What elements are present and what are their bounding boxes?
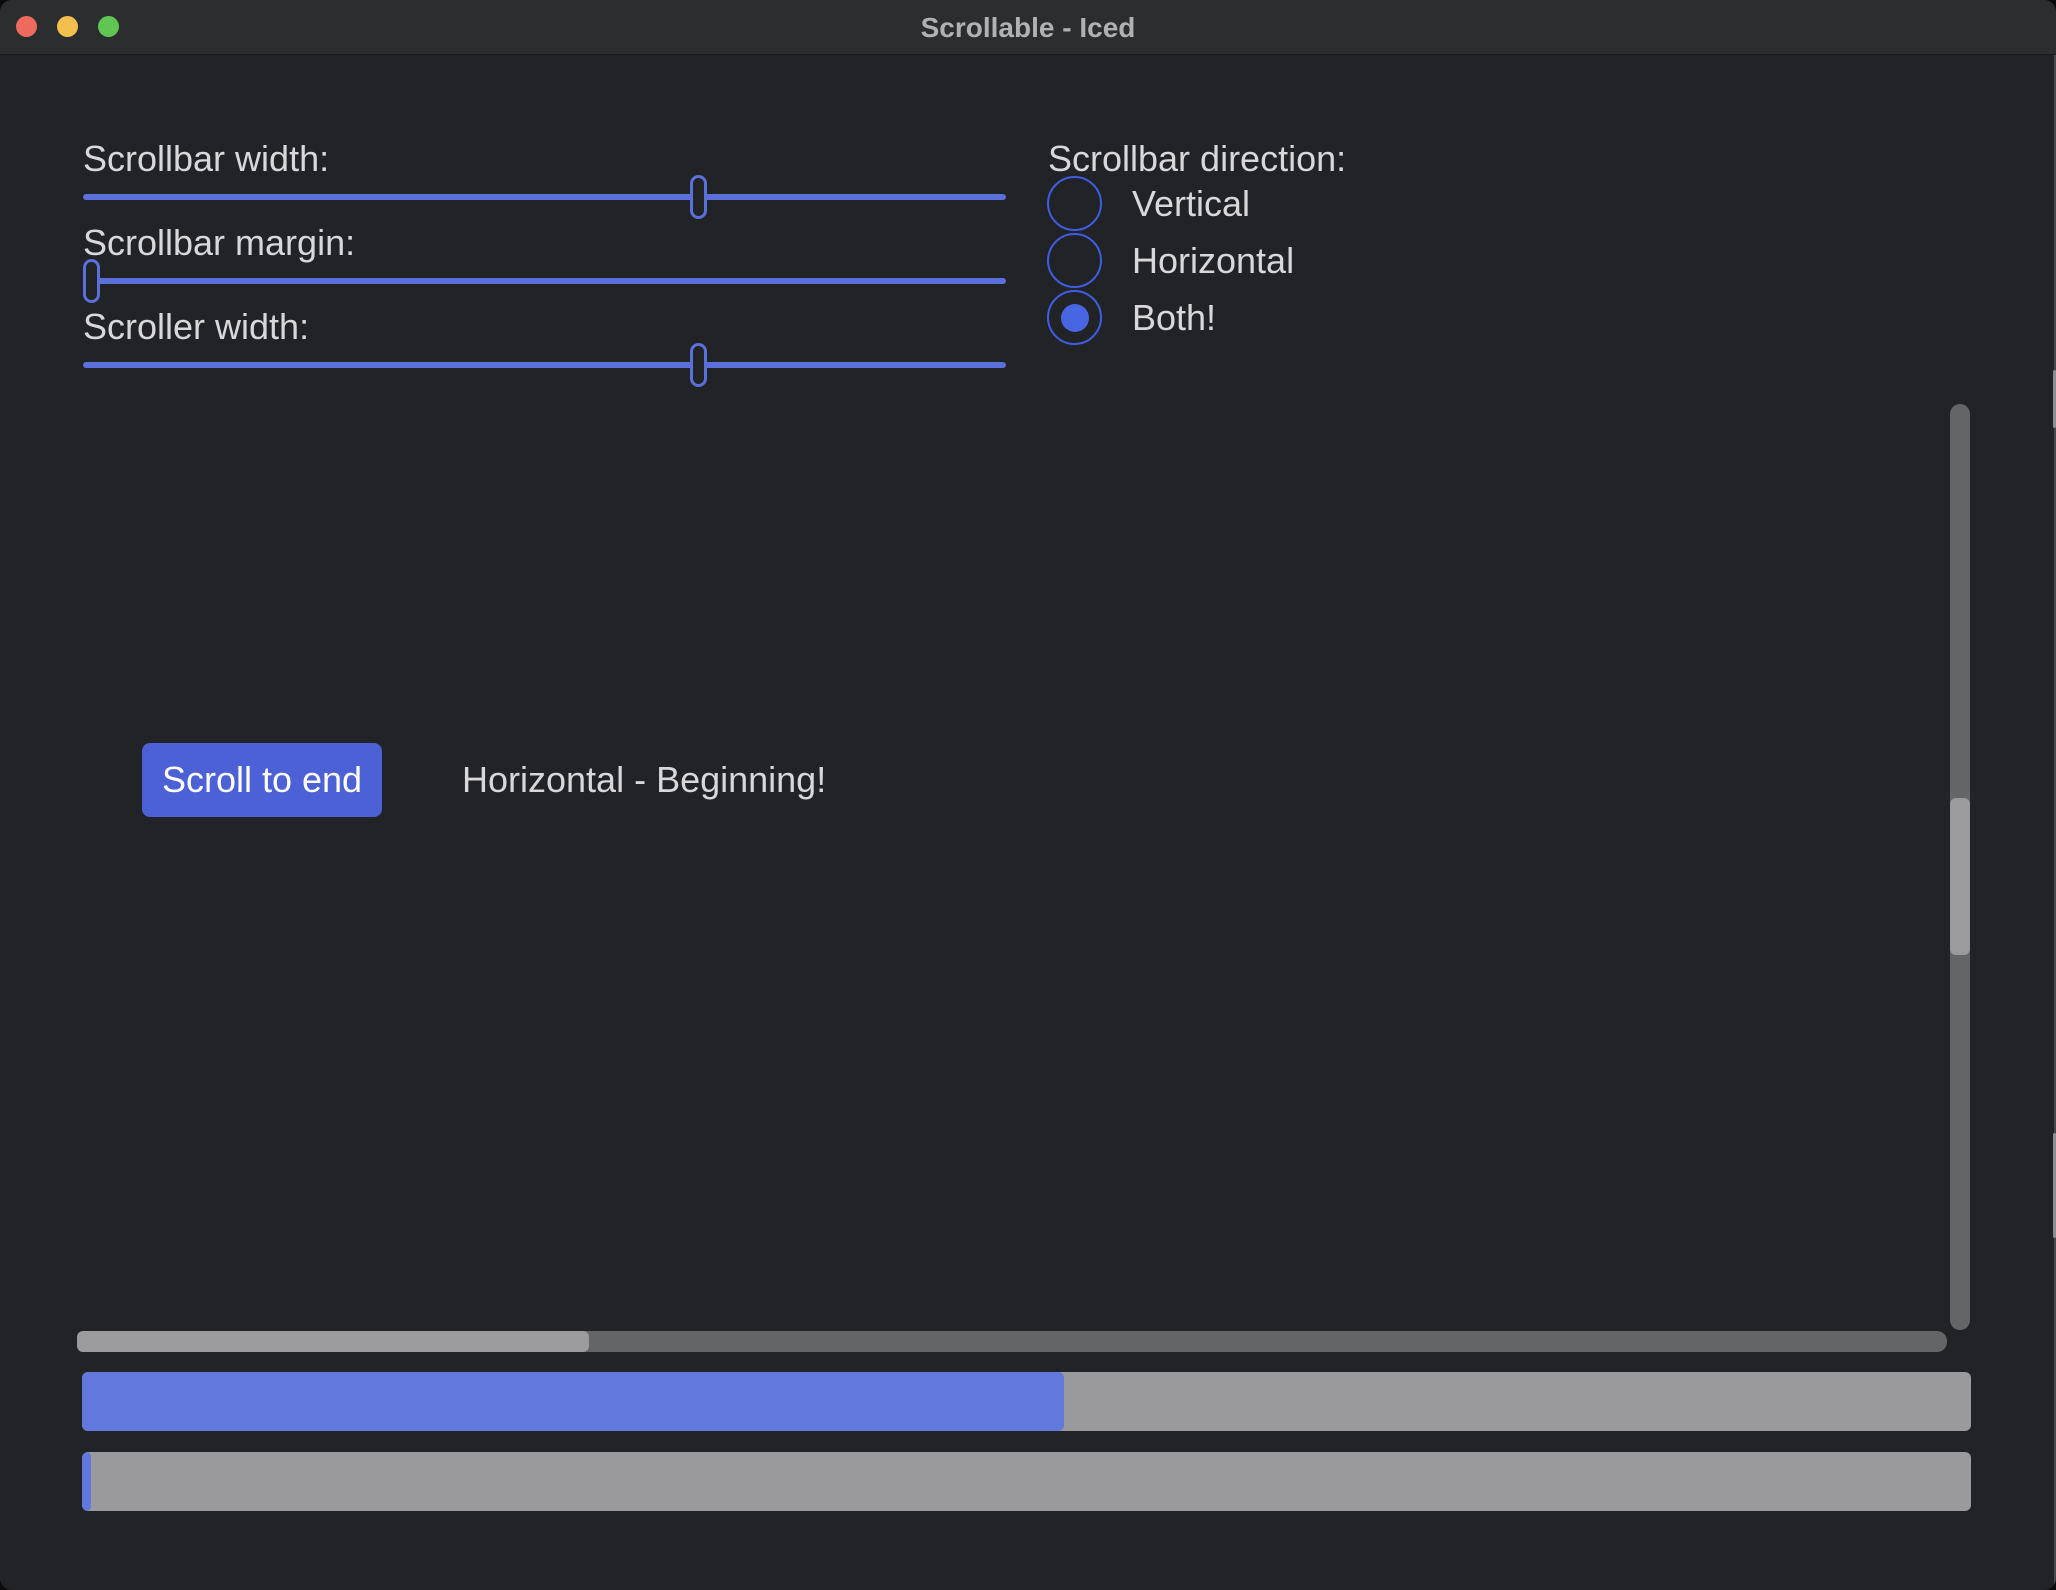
scrollbar-direction-group: Vertical Horizontal Both! [1047, 176, 1294, 345]
scrollbar-direction-label: Scrollbar direction: [1048, 138, 1346, 180]
slider-handle[interactable] [690, 343, 707, 387]
radio-horizontal-circle[interactable] [1047, 233, 1102, 288]
horizontal-scrollbar-thumb[interactable] [77, 1331, 589, 1352]
radio-horizontal-label: Horizontal [1132, 240, 1294, 282]
scroller-width-slider[interactable] [83, 343, 1006, 388]
slider-track[interactable] [83, 194, 1006, 200]
window-title: Scrollable - Iced [0, 0, 2056, 55]
horizontal-scrollbar[interactable] [77, 1331, 1947, 1352]
scroller-width-label: Scroller width: [83, 306, 309, 348]
radio-dot [1061, 304, 1089, 332]
horizontal-progress-bar [82, 1452, 1971, 1511]
vertical-progress-bar [82, 1372, 1971, 1431]
vertical-progress-fill [82, 1372, 1064, 1431]
radio-vertical-label: Vertical [1132, 183, 1250, 225]
scrollbar-margin-label: Scrollbar margin: [83, 222, 355, 264]
slider-track[interactable] [83, 362, 1006, 368]
horizontal-progress-fill [82, 1452, 91, 1511]
scroll-status-text: Horizontal - Beginning! [462, 743, 826, 817]
radio-both-circle[interactable] [1047, 290, 1102, 345]
radio-vertical[interactable]: Vertical [1047, 176, 1294, 231]
radio-both[interactable]: Both! [1047, 290, 1294, 345]
scrollbar-width-slider[interactable] [83, 175, 1006, 220]
radio-horizontal[interactable]: Horizontal [1047, 233, 1294, 288]
radio-vertical-circle[interactable] [1047, 176, 1102, 231]
slider-handle[interactable] [690, 175, 707, 219]
app-window: Scrollable - Iced Scrollbar width: Scrol… [0, 0, 2056, 1590]
slider-handle[interactable] [83, 259, 100, 303]
scrollbar-width-label: Scrollbar width: [83, 138, 329, 180]
radio-both-label: Both! [1132, 297, 1216, 339]
scrollbar-margin-slider[interactable] [83, 259, 1006, 304]
scroll-to-end-button[interactable]: Scroll to end [142, 743, 382, 817]
vertical-scrollbar[interactable] [1950, 404, 1970, 1330]
titlebar: Scrollable - Iced [0, 0, 2056, 55]
vertical-scrollbar-thumb[interactable] [1950, 798, 1970, 955]
slider-track[interactable] [83, 278, 1006, 284]
